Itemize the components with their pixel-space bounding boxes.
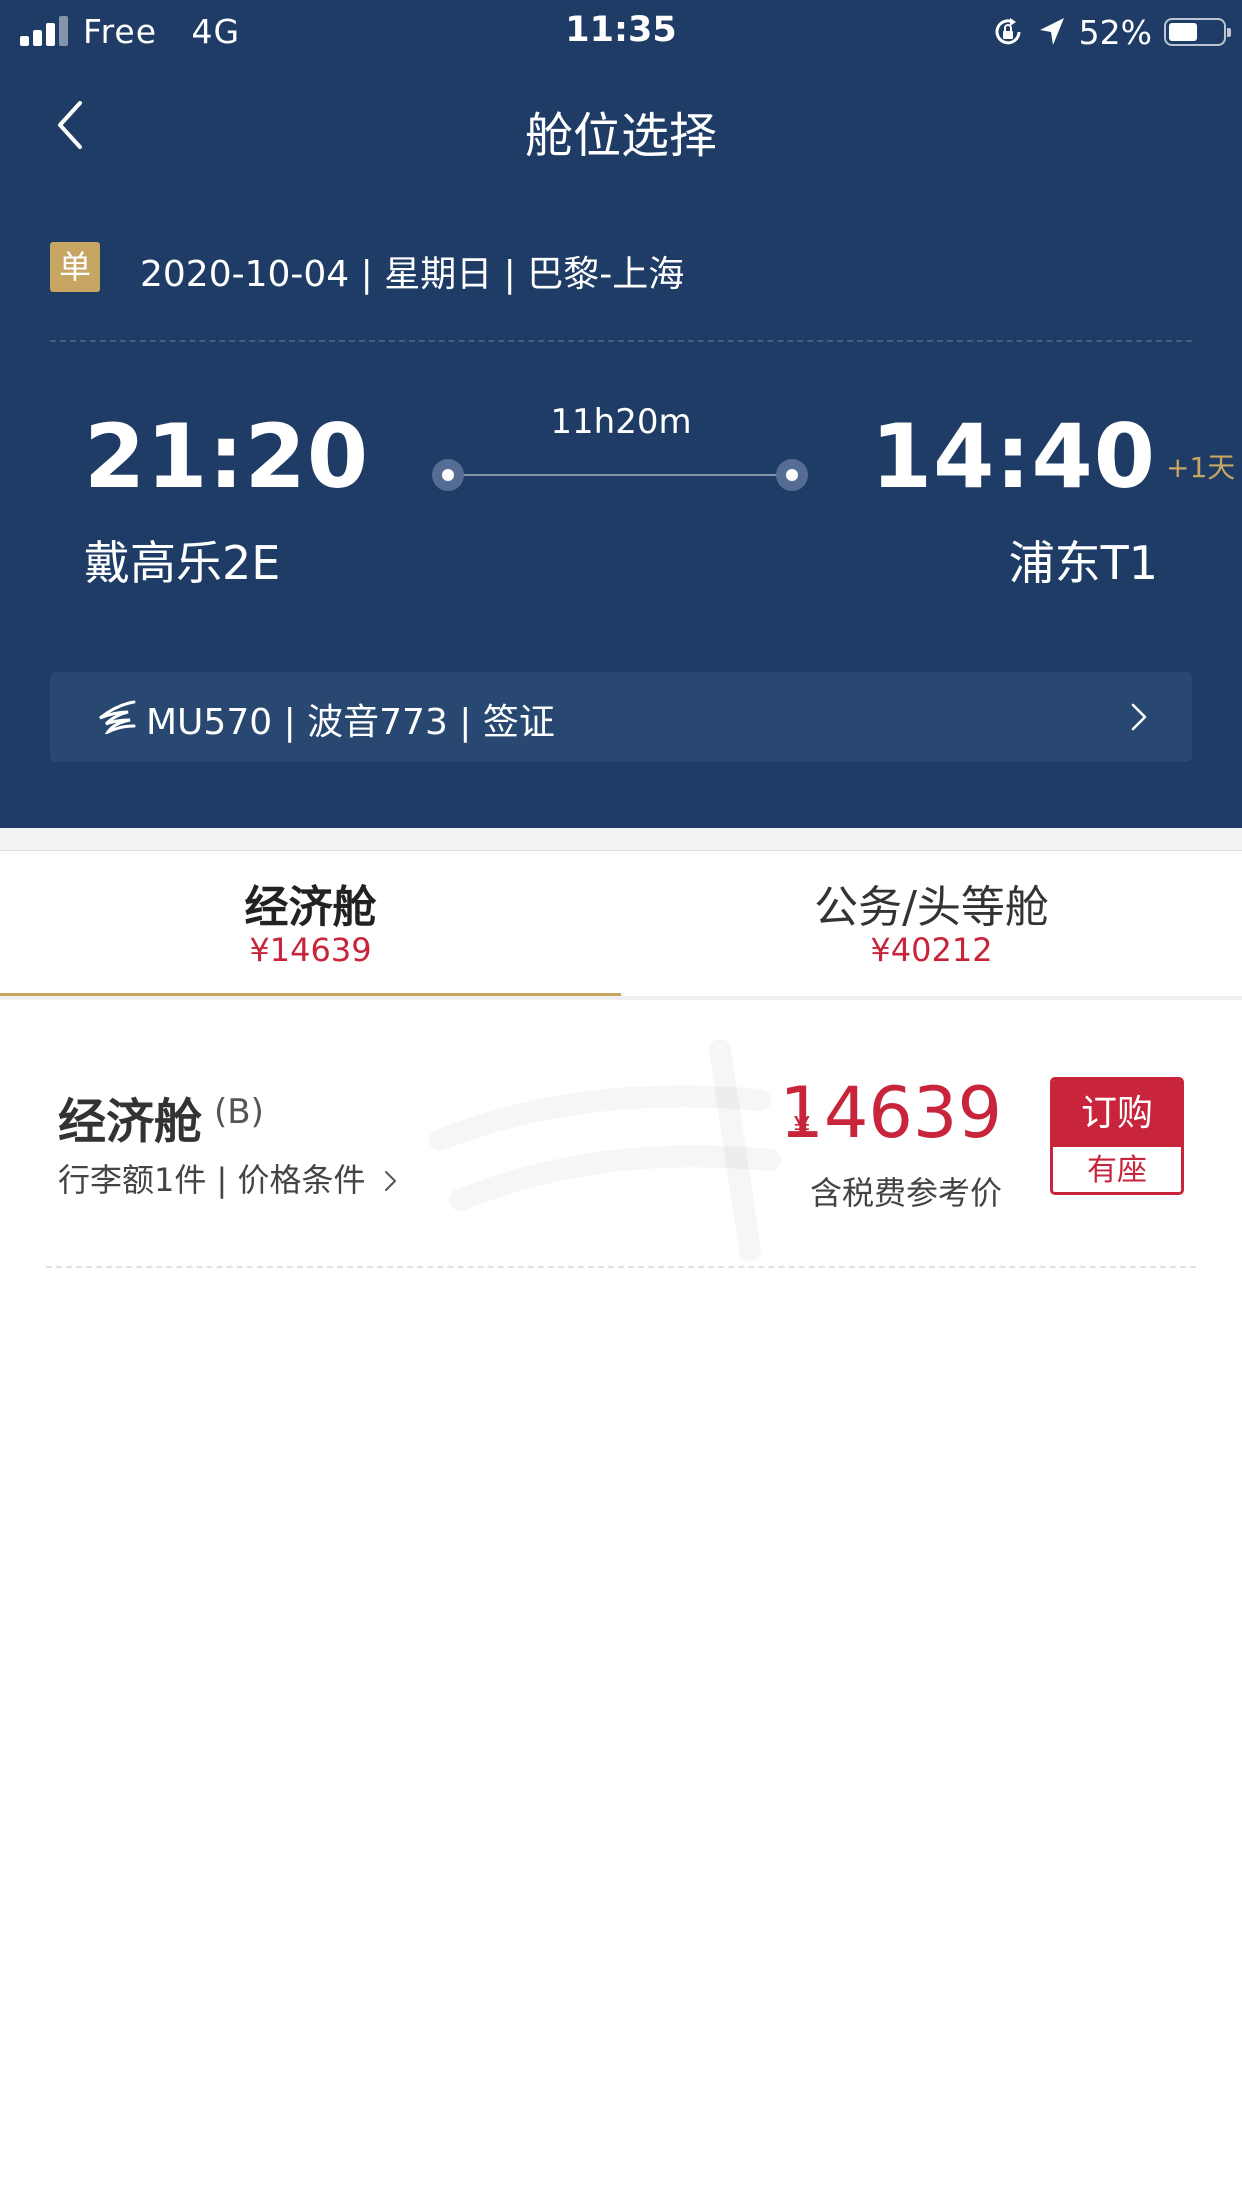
departure-airport: 戴高乐2E [84, 536, 281, 590]
tab-business-first[interactable]: 公务/头等舱 ¥40212 [621, 851, 1242, 996]
watermark-logo [420, 1030, 800, 1270]
battery-fill [1169, 23, 1197, 41]
route-line [448, 474, 792, 476]
book-button[interactable]: 订购 有座 [1050, 1077, 1184, 1195]
tab-economy-label: 经济舱 [244, 882, 377, 933]
day-offset: +1天 [1166, 451, 1236, 484]
fare-row: 经济舱 (B) 行李额1件 | 价格条件 ¥ 14639 含税费参考价 订购 有… [0, 1000, 1242, 1268]
status-indicators: 52% [991, 12, 1231, 52]
seat-availability: 有座 [1087, 1153, 1147, 1188]
trip-info: 2020-10-04 | 星期日 | 巴黎-上海 [140, 254, 685, 295]
departure-dot-icon [432, 459, 464, 491]
one-way-badge: 单 [50, 242, 100, 292]
page-title: 舱位选择 [524, 108, 717, 164]
fare-class-name: 经济舱 [58, 1094, 203, 1150]
status-bar: Free 4G 11:35 52% [0, 0, 1242, 62]
fare-divider [46, 1266, 1196, 1268]
fare-terms-text: 行李额1件 | 价格条件 [58, 1161, 366, 1199]
tab-business-price: ¥40212 [870, 931, 993, 969]
battery-percent: 52% [1078, 12, 1152, 52]
battery-icon [1164, 18, 1231, 46]
orientation-lock-icon [995, 18, 1021, 45]
arrival-dot-icon [776, 459, 808, 491]
book-button-label: 订购 [1053, 1080, 1181, 1147]
tab-economy-price: ¥14639 [249, 931, 372, 969]
divider [50, 340, 1192, 342]
flight-details-bar[interactable]: MU570 | 波音773 | 签证 [50, 672, 1192, 762]
chevron-right-icon [384, 1171, 396, 1191]
flight-header: Free 4G 11:35 52% 舱位选择 单 2020-10-04 | 星期… [0, 0, 1242, 828]
location-arrow-icon [1039, 18, 1064, 45]
fare-price-note: 含税费参考价 [809, 1174, 1002, 1212]
tab-business-label: 公务/头等舱 [814, 882, 1049, 933]
fare-price: 14639 [779, 1072, 1002, 1154]
fare-terms-link[interactable]: 行李额1件 | 价格条件 [58, 1155, 398, 1201]
fare-class-code: (B) [214, 1092, 264, 1132]
arrival-airport: 浦东T1 [1008, 536, 1158, 590]
tabs-separator [0, 828, 1242, 851]
china-eastern-logo-icon [99, 700, 136, 734]
flight-details: MU570 | 波音773 | 签证 [146, 702, 555, 743]
chevron-right-icon [1131, 703, 1147, 731]
tab-economy[interactable]: 经济舱 ¥14639 [0, 851, 621, 996]
arrival-time: 14:40 [870, 405, 1156, 508]
